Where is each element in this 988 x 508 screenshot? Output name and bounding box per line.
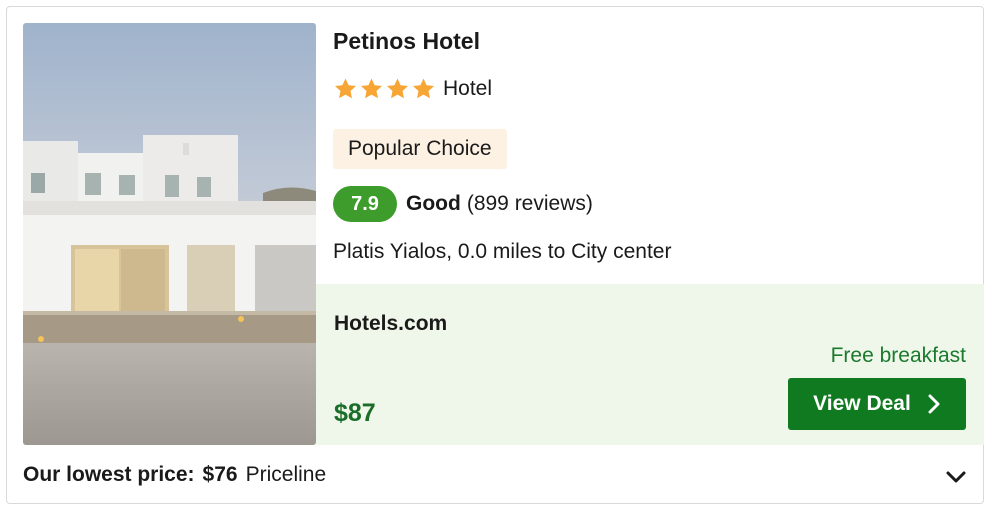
star-icon (361, 78, 382, 99)
popular-choice-badge: Popular Choice (333, 129, 507, 169)
hotel-type: Hotel (443, 77, 493, 100)
deal-price: $87 (334, 399, 376, 427)
score-badge: 7.9 (333, 186, 397, 222)
hotel-photo[interactable] (23, 23, 316, 445)
star-rating: Hotel (333, 77, 492, 101)
lowest-price-row[interactable]: Our lowest price: $76 Priceline (23, 463, 326, 487)
review-count[interactable]: (899 reviews) (467, 192, 593, 216)
star-icon (413, 78, 434, 99)
view-deal-button[interactable]: View Deal (788, 378, 966, 430)
hotel-location: Platis Yialos, 0.0 miles to City center (333, 240, 672, 263)
chevron-right-icon (928, 394, 940, 414)
deal-provider: Hotels.com (334, 312, 448, 335)
rating-word: Good (406, 192, 461, 215)
stars (333, 77, 436, 101)
lowest-price-label: Our lowest price: (23, 463, 195, 486)
lowest-price-provider: Priceline (245, 463, 327, 486)
star-icon (335, 78, 356, 99)
deal-perk: Free breakfast (830, 344, 966, 367)
hotel-card[interactable]: Petinos Hotel Hotel Popular Choice 7.9 G… (6, 6, 984, 504)
hotel-name[interactable]: Petinos Hotel (333, 28, 480, 55)
review-rating: 7.9 Good (899 reviews) (333, 186, 593, 222)
deal-panel: Hotels.com Free breakfast $87 View Deal (316, 284, 984, 445)
lowest-price-value: $76 (202, 463, 238, 486)
chevron-down-icon[interactable] (945, 469, 967, 485)
star-icon (387, 78, 408, 99)
view-deal-label: View Deal (813, 392, 911, 415)
